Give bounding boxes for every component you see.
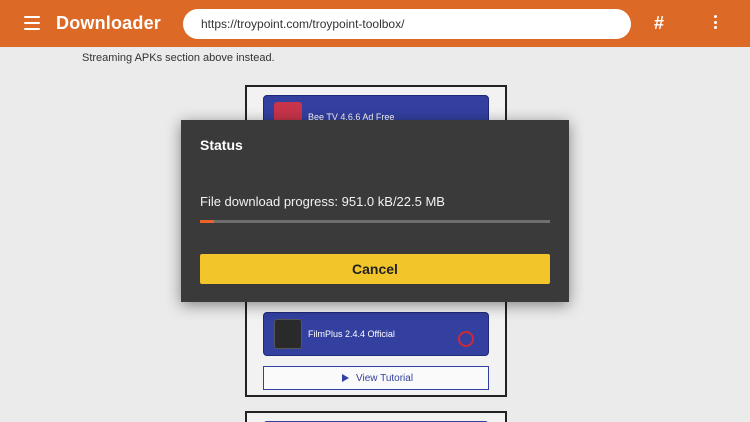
apk-card-label: FilmPlus 2.4.4 Official xyxy=(308,329,395,339)
top-bar: Downloader https://troypoint.com/troypoi… xyxy=(0,0,750,47)
app-logo: Downloader xyxy=(56,13,162,33)
dialog-title: Status xyxy=(200,137,243,153)
download-progress-bar xyxy=(200,220,550,223)
hamburger-menu-icon[interactable] xyxy=(24,16,40,30)
loading-ring-icon xyxy=(458,331,474,347)
status-dialog: Status File download progress: 951.0 kB/… xyxy=(181,120,569,302)
view-tutorial-label: View Tutorial xyxy=(356,373,414,384)
download-progress-text: File download progress: 951.0 kB/22.5 MB xyxy=(200,194,445,209)
apk-panel-next xyxy=(245,411,507,422)
apk-card-filmplus[interactable]: FilmPlus 2.4.4 Official xyxy=(263,312,489,356)
url-text: https://troypoint.com/troypoint-toolbox/ xyxy=(201,17,405,31)
kebab-menu-icon[interactable] xyxy=(714,15,718,31)
view-tutorial-button[interactable]: View Tutorial xyxy=(263,366,489,390)
url-input[interactable]: https://troypoint.com/troypoint-toolbox/ xyxy=(183,9,631,39)
filmplus-app-icon xyxy=(274,319,302,349)
hash-icon[interactable]: # xyxy=(654,13,664,34)
download-progress-fill xyxy=(200,220,215,223)
page-note-text: Streaming APKs section above instead. xyxy=(82,52,275,64)
play-icon xyxy=(342,374,349,382)
cancel-button[interactable]: Cancel xyxy=(200,254,550,284)
